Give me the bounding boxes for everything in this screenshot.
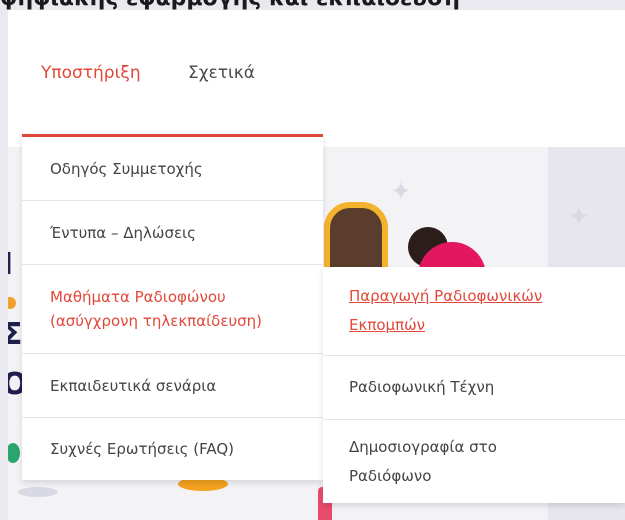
menu-item-label: Έντυπα – Δηλώσεις xyxy=(50,223,196,242)
decor-dot xyxy=(8,443,20,463)
submenu-item-radio-show-production[interactable]: Παραγωγή Ραδιοφωνικών Εκπομπών xyxy=(323,267,625,356)
menu-item-faq[interactable]: Συχνές Ερωτήσεις (FAQ) xyxy=(22,418,323,480)
submenu-item-radio-journalism[interactable]: Δημοσιογραφία στο Ραδιόφωνο xyxy=(323,420,625,503)
menu-item-participation-guide[interactable]: Οδηγός Συμμετοχής xyxy=(22,137,323,201)
submenu-item-label: Ραδιοφωνική Τέχνη xyxy=(349,378,495,396)
submenu-item-label: Παραγωγή Ραδιοφωνικών Εκπομπών xyxy=(349,287,543,334)
menu-item-forms-declarations[interactable]: Έντυπα – Δηλώσεις xyxy=(22,201,323,265)
menu-item-educational-scenarios[interactable]: Εκπαιδευτικά σενάρια xyxy=(22,354,323,418)
menu-item-label: Εκπαιδευτικά σενάρια xyxy=(50,376,217,395)
submenu-item-radio-art[interactable]: Ραδιοφωνική Τέχνη xyxy=(323,356,625,420)
cut-off-glyph: Ι xyxy=(8,247,13,282)
menu-item-label: Συχνές Ερωτήσεις (FAQ) xyxy=(50,440,234,458)
menu-item-label: Μαθήματα Ραδιοφώνου (ασύγχρονη τηλεκπαίδ… xyxy=(50,288,263,330)
nav-item-support[interactable]: Υποστήριξη xyxy=(41,63,141,83)
sparkle-icon: ✦ xyxy=(390,177,412,207)
cut-off-heading: ψηφιακής εφαρμογής και εκπαίδευση xyxy=(0,0,460,10)
decor-shape xyxy=(18,487,58,497)
menu-item-radio-lessons[interactable]: Μαθήματα Ραδιοφώνου (ασύγχρονη τηλεκπαίδ… xyxy=(22,265,323,354)
menu-item-label: Οδηγός Συμμετοχής xyxy=(50,159,203,178)
radio-lessons-submenu: Παραγωγή Ραδιοφωνικών Εκπομπών Ραδιοφωνι… xyxy=(323,267,625,503)
decor-dot xyxy=(8,297,16,309)
nav-item-about[interactable]: Σχετικά xyxy=(188,63,255,83)
submenu-item-label: Δημοσιογραφία στο Ραδιόφωνο xyxy=(349,437,497,485)
sparkle-icon: ✦ xyxy=(568,202,590,232)
top-strip: ψηφιακής εφαρμογής και εκπαίδευση xyxy=(0,0,625,10)
cut-off-glyph: Σ xyxy=(8,317,23,352)
navbar: Υποστήριξη Σχετικά xyxy=(8,10,625,147)
support-dropdown-menu: Οδηγός Συμμετοχής Έντυπα – Δηλώσεις Μαθή… xyxy=(22,134,323,480)
